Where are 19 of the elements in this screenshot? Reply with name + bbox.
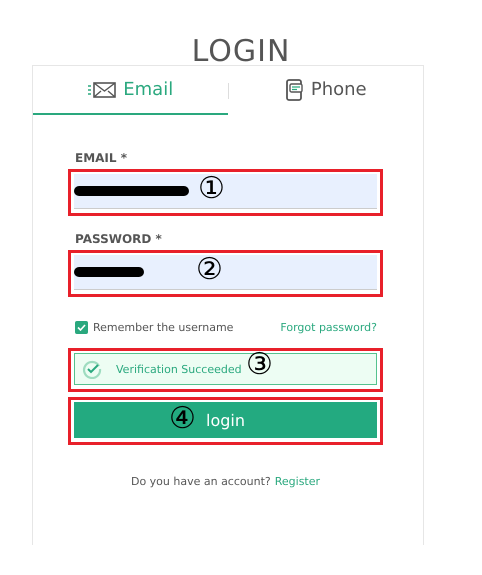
tab[interactable]: Phone: [228, 66, 423, 115]
forgot-password-link[interactable]: Forgot password?: [280, 321, 377, 334]
check-circle-icon: [82, 359, 102, 379]
redaction-mark: [74, 267, 144, 277]
phone-chat-icon: [284, 78, 305, 100]
step-number: ②: [196, 254, 223, 286]
page-title: LOGIN: [190, 33, 292, 65]
step-number: ①: [198, 173, 225, 205]
checkbox[interactable]: [75, 321, 88, 334]
input-field[interactable]: [74, 255, 377, 290]
field-label: PASSWORD *: [75, 232, 163, 246]
input-field[interactable]: [74, 174, 377, 209]
register-link[interactable]: Register: [274, 475, 320, 488]
envelope-icon: [87, 80, 118, 98]
step-number: ④: [169, 403, 196, 435]
tab[interactable]: Email: [33, 66, 228, 115]
register-prompt: Do you have an account?: [130, 475, 271, 488]
checkbox-label: Remember the username: [93, 321, 234, 334]
field-label: EMAIL *: [75, 151, 128, 165]
